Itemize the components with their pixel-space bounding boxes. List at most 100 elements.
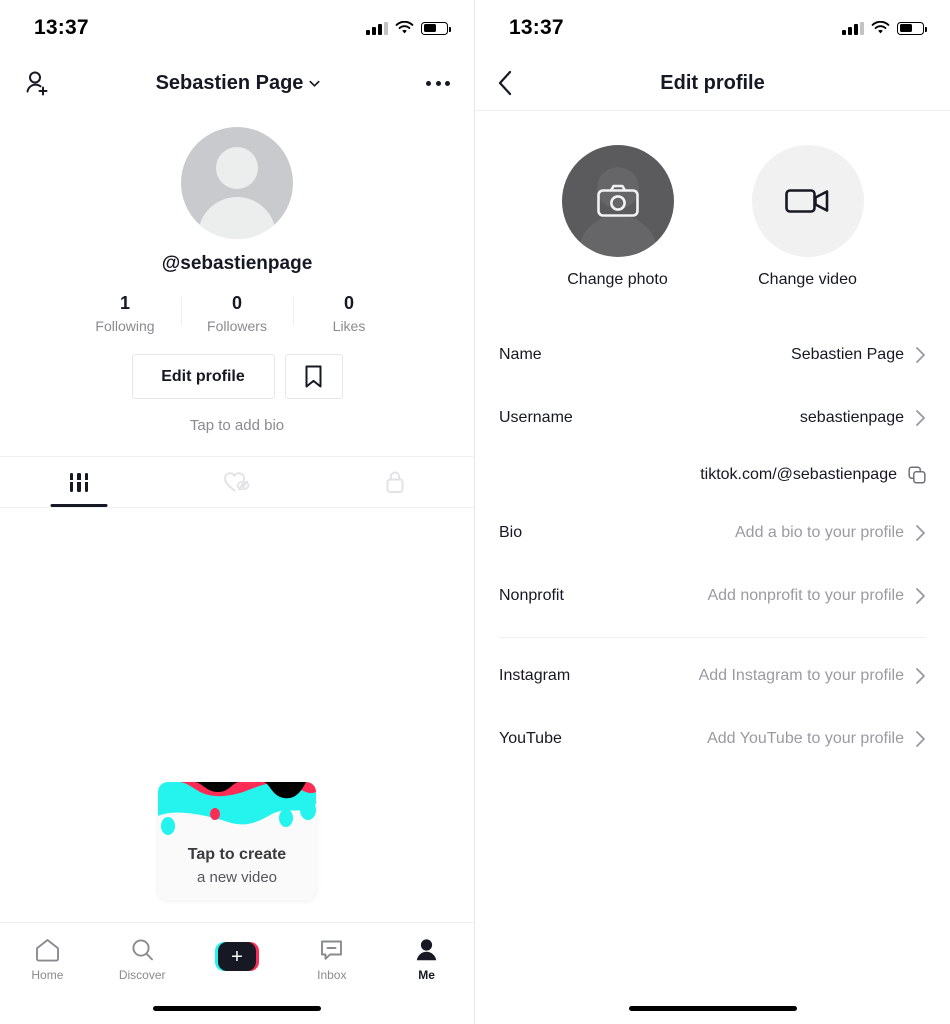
chevron-right-icon (915, 730, 926, 748)
stat-following[interactable]: 1 Following (69, 293, 181, 334)
row-bio[interactable]: Bio Add a bio to your profile (475, 501, 950, 564)
change-video-button[interactable]: Change video (752, 145, 864, 289)
stat-value: 0 (293, 293, 405, 314)
ghost-avatar-body (578, 215, 658, 257)
tab-liked-hidden[interactable] (158, 457, 316, 507)
status-time: 13:37 (34, 16, 89, 40)
row-profile-url[interactable]: tiktok.com/@sebastienpage (475, 449, 950, 501)
media-row: Change photo Change video (475, 145, 950, 289)
create-video-icon[interactable]: + (215, 942, 259, 971)
row-value: Add YouTube to your profile (707, 730, 904, 748)
stat-likes[interactable]: 0 Likes (293, 293, 405, 334)
stat-followers[interactable]: 0 Followers (181, 293, 293, 334)
create-video-tooltip[interactable]: Tap to create a new video (158, 782, 316, 900)
row-value: Add a bio to your profile (735, 524, 904, 542)
nav-item-me[interactable]: Me (379, 937, 474, 982)
wifi-icon (395, 21, 414, 35)
profile-title-text: Sebastien Page (156, 72, 304, 95)
row-label: YouTube (499, 730, 562, 748)
liked-hidden-icon (222, 469, 252, 495)
more-options-icon[interactable] (426, 81, 450, 86)
stat-label: Followers (181, 318, 293, 334)
splash-svg (158, 782, 316, 838)
row-instagram[interactable]: Instagram Add Instagram to your profile (475, 644, 950, 707)
row-username[interactable]: Username sebastienpage (475, 386, 950, 449)
section-divider (499, 637, 926, 638)
tab-private[interactable] (316, 457, 474, 507)
stat-value: 1 (69, 293, 181, 314)
home-indicator (153, 1006, 321, 1011)
tab-active-underline (51, 504, 108, 507)
profile-screen: 13:37 Sebastien Page (0, 0, 475, 1024)
nav-item-inbox[interactable]: Inbox (284, 937, 379, 982)
bio-hint[interactable]: Tap to add bio (0, 417, 474, 434)
media-label: Change video (758, 271, 857, 289)
chevron-right-icon (915, 524, 926, 542)
stat-label: Following (69, 318, 181, 334)
row-label: Nonprofit (499, 587, 564, 605)
tab-videos[interactable] (0, 457, 158, 507)
status-icons (842, 21, 924, 35)
change-photo-button[interactable]: Change photo (562, 145, 674, 289)
person-icon (413, 937, 440, 963)
create-plus-glyph: + (218, 942, 256, 971)
edit-profile-screen: 13:37 Edit profile (475, 0, 950, 1024)
nav-item-create[interactable]: + (190, 942, 285, 976)
row-label: Bio (499, 524, 522, 542)
chevron-right-icon (915, 587, 926, 605)
back-chevron-icon[interactable] (497, 69, 514, 97)
tooltip-line2: a new video (158, 869, 316, 886)
row-name[interactable]: Name Sebastien Page (475, 323, 950, 386)
copy-icon[interactable] (908, 466, 926, 484)
row-value: Sebastien Page (791, 346, 904, 364)
avatar-head (216, 147, 258, 189)
nav-label: Inbox (317, 968, 346, 982)
row-value: sebastienpage (800, 409, 904, 427)
edit-profile-button[interactable]: Edit profile (132, 354, 275, 399)
tooltip-splash-art (158, 782, 316, 838)
search-icon (129, 937, 156, 963)
grid-videos-icon (70, 473, 89, 492)
edit-profile-rows: Name Sebastien Page Username sebastienpa… (475, 323, 950, 770)
row-youtube[interactable]: YouTube Add YouTube to your profile (475, 707, 950, 770)
inbox-icon (318, 937, 345, 963)
stat-label: Likes (293, 318, 405, 334)
profile-actions: Edit profile (0, 354, 474, 399)
edit-profile-header: Edit profile (475, 56, 950, 110)
battery-icon (421, 22, 448, 35)
media-label: Change photo (567, 271, 668, 289)
status-icons (366, 21, 448, 35)
nav-label: Home (31, 968, 63, 982)
header-divider (475, 110, 950, 111)
chevron-right-icon (915, 409, 926, 427)
create-tooltip-zone: Tap to create a new video (0, 782, 474, 900)
wifi-icon (871, 21, 890, 35)
row-label: Instagram (499, 667, 570, 685)
avatar-wrap (0, 127, 474, 239)
profile-title[interactable]: Sebastien Page (156, 72, 323, 95)
row-label: Name (499, 346, 542, 364)
cellular-signal-icon (842, 22, 864, 35)
nav-item-discover[interactable]: Discover (95, 937, 190, 982)
camera-icon (596, 183, 640, 219)
tooltip-line1: Tap to create (158, 846, 316, 864)
profile-handle: @sebastienpage (0, 253, 474, 275)
row-value: Add Instagram to your profile (699, 667, 904, 685)
chevron-right-icon (915, 346, 926, 364)
profile-url-value: tiktok.com/@sebastienpage (700, 466, 897, 484)
nav-label: Discover (119, 968, 166, 982)
bookmark-button[interactable] (285, 354, 343, 399)
status-time: 13:37 (509, 16, 564, 40)
nav-item-home[interactable]: Home (0, 937, 95, 982)
battery-icon (897, 22, 924, 35)
default-avatar-icon[interactable] (181, 127, 293, 239)
stat-value: 0 (181, 293, 293, 314)
row-value: Add nonprofit to your profile (707, 587, 904, 605)
add-person-icon[interactable] (24, 69, 52, 97)
home-indicator (629, 1006, 797, 1011)
row-nonprofit[interactable]: Nonprofit Add nonprofit to your profile (475, 564, 950, 627)
tooltip-arrow (226, 899, 248, 900)
nav-label: Me (418, 968, 435, 982)
profile-stats: 1 Following 0 Followers 0 Likes (0, 293, 474, 334)
row-label: Username (499, 409, 573, 427)
